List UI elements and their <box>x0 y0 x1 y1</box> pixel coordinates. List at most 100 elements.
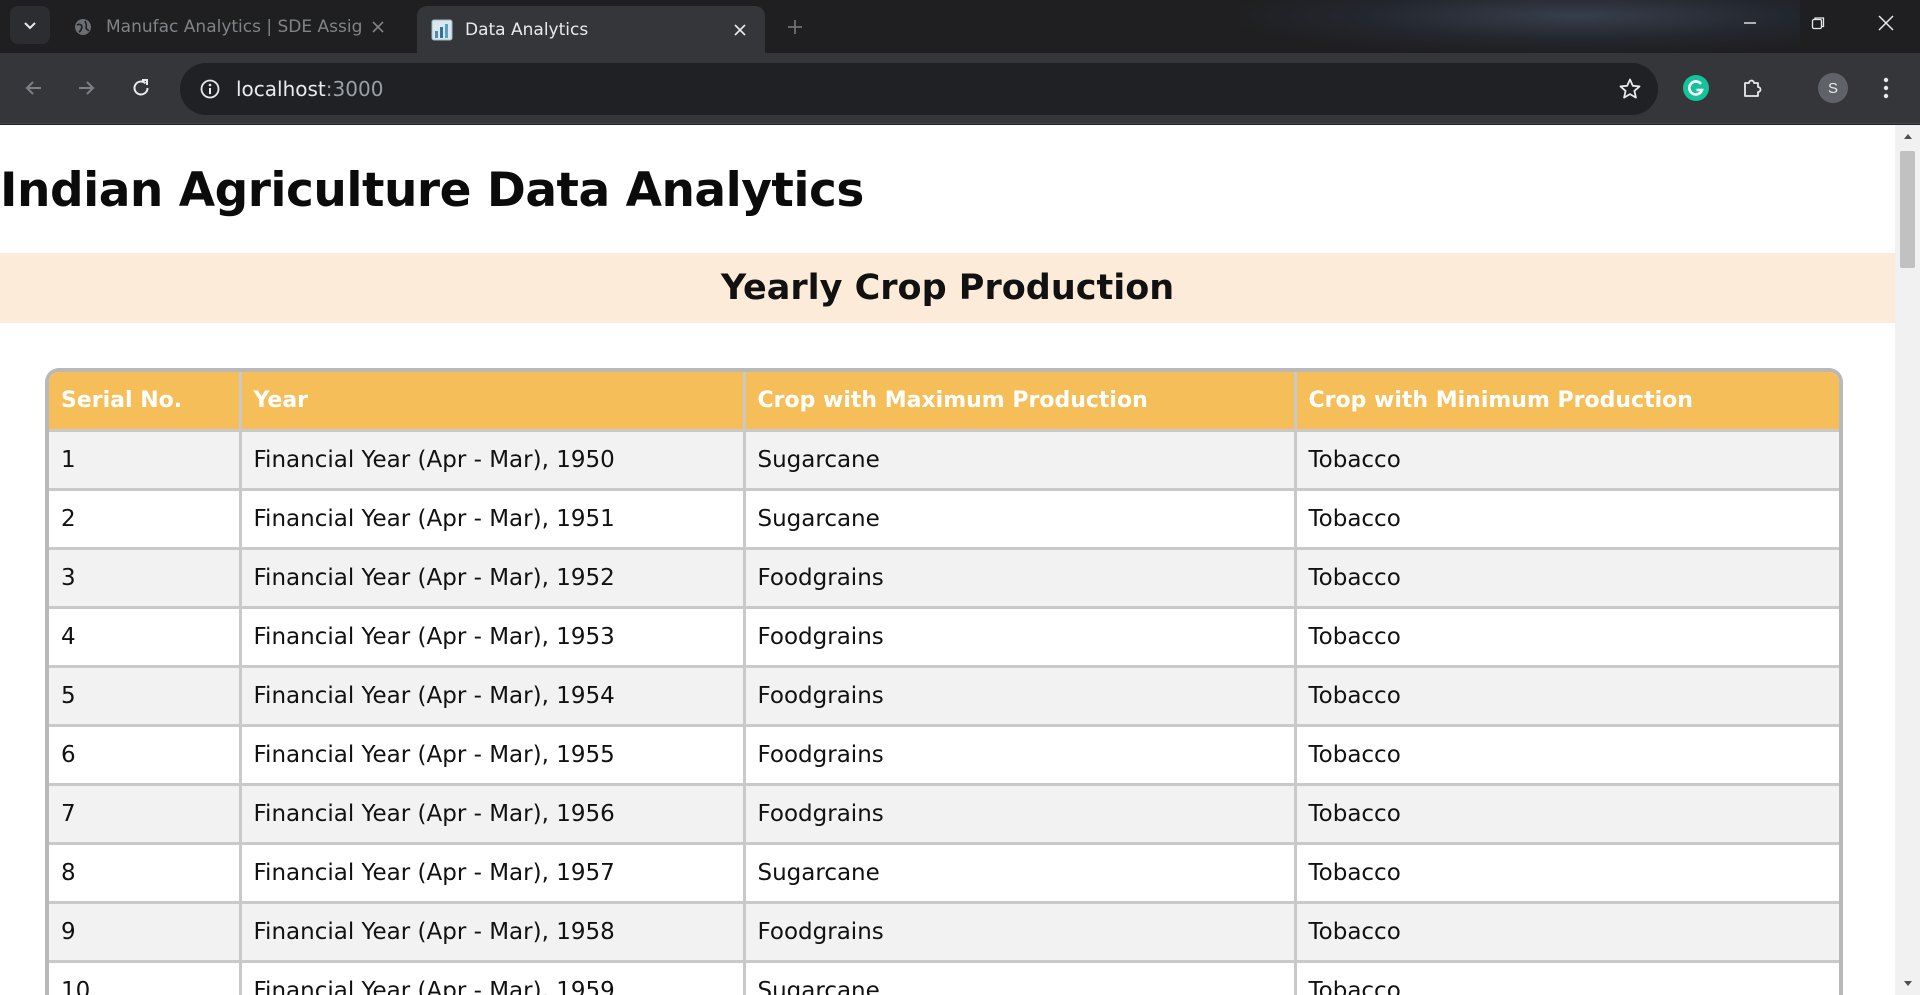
reload-icon <box>133 79 149 96</box>
year-cell: Financial Year (Apr - Mar), 1951 <box>240 487 746 548</box>
max-crop-cell: Foodgrains <box>744 546 1297 607</box>
min-crop-cell: Tobacco <box>1295 900 1839 961</box>
min-crop-cell: Tobacco <box>1295 487 1839 548</box>
year-cell: Financial Year (Apr - Mar), 1950 <box>240 428 746 489</box>
serial-cell: 7 <box>49 782 242 843</box>
min-crop-cell: Tobacco <box>1295 841 1839 902</box>
tab-title: Manufac Analytics | SDE Assign <box>106 16 361 37</box>
serial-cell: 8 <box>49 841 242 902</box>
table-row: 7 Financial Year (Apr - Mar), 1956 Foodg… <box>49 782 1839 843</box>
tab-search-button[interactable] <box>10 6 50 44</box>
arrow-left-icon <box>25 81 41 95</box>
restore-icon <box>1811 17 1825 30</box>
close-icon <box>1878 15 1894 31</box>
max-crop-cell: Sugarcane <box>744 487 1297 548</box>
scroll-up-arrow-icon[interactable] <box>1895 125 1920 147</box>
max-crop-cell: Sugarcane <box>744 959 1297 995</box>
browser-toolbar: localhost:3000 S <box>0 53 1920 124</box>
grammarly-extension-icon[interactable] <box>1678 70 1714 106</box>
page-content: Indian Agriculture Data Analytics Yearly… <box>0 125 1895 995</box>
url-text: localhost:3000 <box>236 77 383 101</box>
serial-cell: 10 <box>49 959 242 995</box>
url-host: localhost <box>236 77 326 101</box>
min-crop-cell: Tobacco <box>1295 664 1839 725</box>
close-window-button[interactable] <box>1852 0 1920 46</box>
year-cell: Financial Year (Apr - Mar), 1954 <box>240 664 746 725</box>
table-row: 10 Financial Year (Apr - Mar), 1959 Suga… <box>49 959 1839 995</box>
min-crop-cell: Tobacco <box>1295 546 1839 607</box>
table-header-row: Serial No. Year Crop with Maximum Produc… <box>49 372 1839 430</box>
scroll-down-arrow-icon[interactable] <box>1895 973 1920 995</box>
year-cell: Financial Year (Apr - Mar), 1959 <box>240 959 746 995</box>
max-crop-cell: Sugarcane <box>744 841 1297 902</box>
close-icon[interactable] <box>729 19 751 41</box>
tab-strip: Manufac Analytics | SDE Assign Data Anal… <box>0 0 1920 53</box>
year-cell: Financial Year (Apr - Mar), 1955 <box>240 723 746 784</box>
max-crop-cell: Foodgrains <box>744 605 1297 666</box>
vertical-scrollbar[interactable] <box>1895 125 1920 995</box>
minimize-icon <box>1744 22 1756 24</box>
url-port: :3000 <box>325 77 384 101</box>
table-row: 8 Financial Year (Apr - Mar), 1957 Sugar… <box>49 841 1839 902</box>
serial-cell: 2 <box>49 487 242 548</box>
new-tab-button[interactable] <box>780 12 810 42</box>
year-cell: Financial Year (Apr - Mar), 1956 <box>240 782 746 843</box>
max-crop-cell: Foodgrains <box>744 900 1297 961</box>
year-cell: Financial Year (Apr - Mar), 1958 <box>240 900 746 961</box>
plus-icon <box>788 20 802 34</box>
year-cell: Financial Year (Apr - Mar), 1953 <box>240 605 746 666</box>
table-row: 3 Financial Year (Apr - Mar), 1952 Foodg… <box>49 546 1839 607</box>
column-header: Crop with Minimum Production <box>1295 372 1839 430</box>
section-title: Yearly Crop Production <box>720 268 1175 308</box>
year-cell: Financial Year (Apr - Mar), 1952 <box>240 546 746 607</box>
min-crop-cell: Tobacco <box>1295 723 1839 784</box>
close-icon[interactable] <box>367 16 389 38</box>
serial-cell: 5 <box>49 664 242 725</box>
profile-avatar[interactable]: S <box>1818 73 1848 103</box>
table-row: 4 Financial Year (Apr - Mar), 1953 Foodg… <box>49 605 1839 666</box>
reload-button[interactable] <box>121 68 161 108</box>
chevron-down-icon <box>24 22 36 30</box>
extensions-puzzle-icon[interactable] <box>1734 70 1770 106</box>
table-row: 1 Financial Year (Apr - Mar), 1950 Sugar… <box>49 428 1839 489</box>
forward-button[interactable] <box>66 68 106 108</box>
bookmark-star-icon[interactable] <box>1616 75 1644 103</box>
tab-data-analytics[interactable]: Data Analytics <box>417 6 765 53</box>
site-info-icon[interactable] <box>184 63 236 115</box>
min-crop-cell: Tobacco <box>1295 782 1839 843</box>
table-row: 9 Financial Year (Apr - Mar), 1958 Foodg… <box>49 900 1839 961</box>
page-viewport: Indian Agriculture Data Analytics Yearly… <box>0 125 1920 995</box>
tab-manufac-analytics[interactable]: Manufac Analytics | SDE Assign <box>58 6 403 47</box>
crop-production-table: Serial No. Year Crop with Maximum Produc… <box>45 368 1843 995</box>
arrow-right-icon <box>79 81 95 95</box>
column-header: Serial No. <box>49 372 242 430</box>
serial-cell: 9 <box>49 900 242 961</box>
scrollbar-thumb[interactable] <box>1900 151 1915 268</box>
max-crop-cell: Sugarcane <box>744 428 1297 489</box>
globe-icon <box>72 16 94 38</box>
table-row: 5 Financial Year (Apr - Mar), 1954 Foodg… <box>49 664 1839 725</box>
year-cell: Financial Year (Apr - Mar), 1957 <box>240 841 746 902</box>
tab-title: Data Analytics <box>465 19 589 40</box>
min-crop-cell: Tobacco <box>1295 605 1839 666</box>
minimize-button[interactable] <box>1716 0 1784 46</box>
serial-cell: 1 <box>49 428 242 489</box>
section-banner: Yearly Crop Production <box>0 253 1895 323</box>
page-title: Indian Agriculture Data Analytics <box>0 163 864 218</box>
restore-button[interactable] <box>1784 0 1852 46</box>
address-bar[interactable]: localhost:3000 <box>180 63 1658 115</box>
menu-kebab-icon[interactable] <box>1868 70 1904 106</box>
max-crop-cell: Foodgrains <box>744 664 1297 725</box>
min-crop-cell: Tobacco <box>1295 428 1839 489</box>
max-crop-cell: Foodgrains <box>744 723 1297 784</box>
back-button[interactable] <box>14 68 54 108</box>
min-crop-cell: Tobacco <box>1295 959 1839 995</box>
column-header: Year <box>240 372 746 430</box>
table-row: 2 Financial Year (Apr - Mar), 1951 Sugar… <box>49 487 1839 548</box>
analytics-favicon-icon <box>431 19 453 41</box>
serial-cell: 3 <box>49 546 242 607</box>
column-header: Crop with Maximum Production <box>744 372 1297 430</box>
serial-cell: 6 <box>49 723 242 784</box>
max-crop-cell: Foodgrains <box>744 782 1297 843</box>
serial-cell: 4 <box>49 605 242 666</box>
